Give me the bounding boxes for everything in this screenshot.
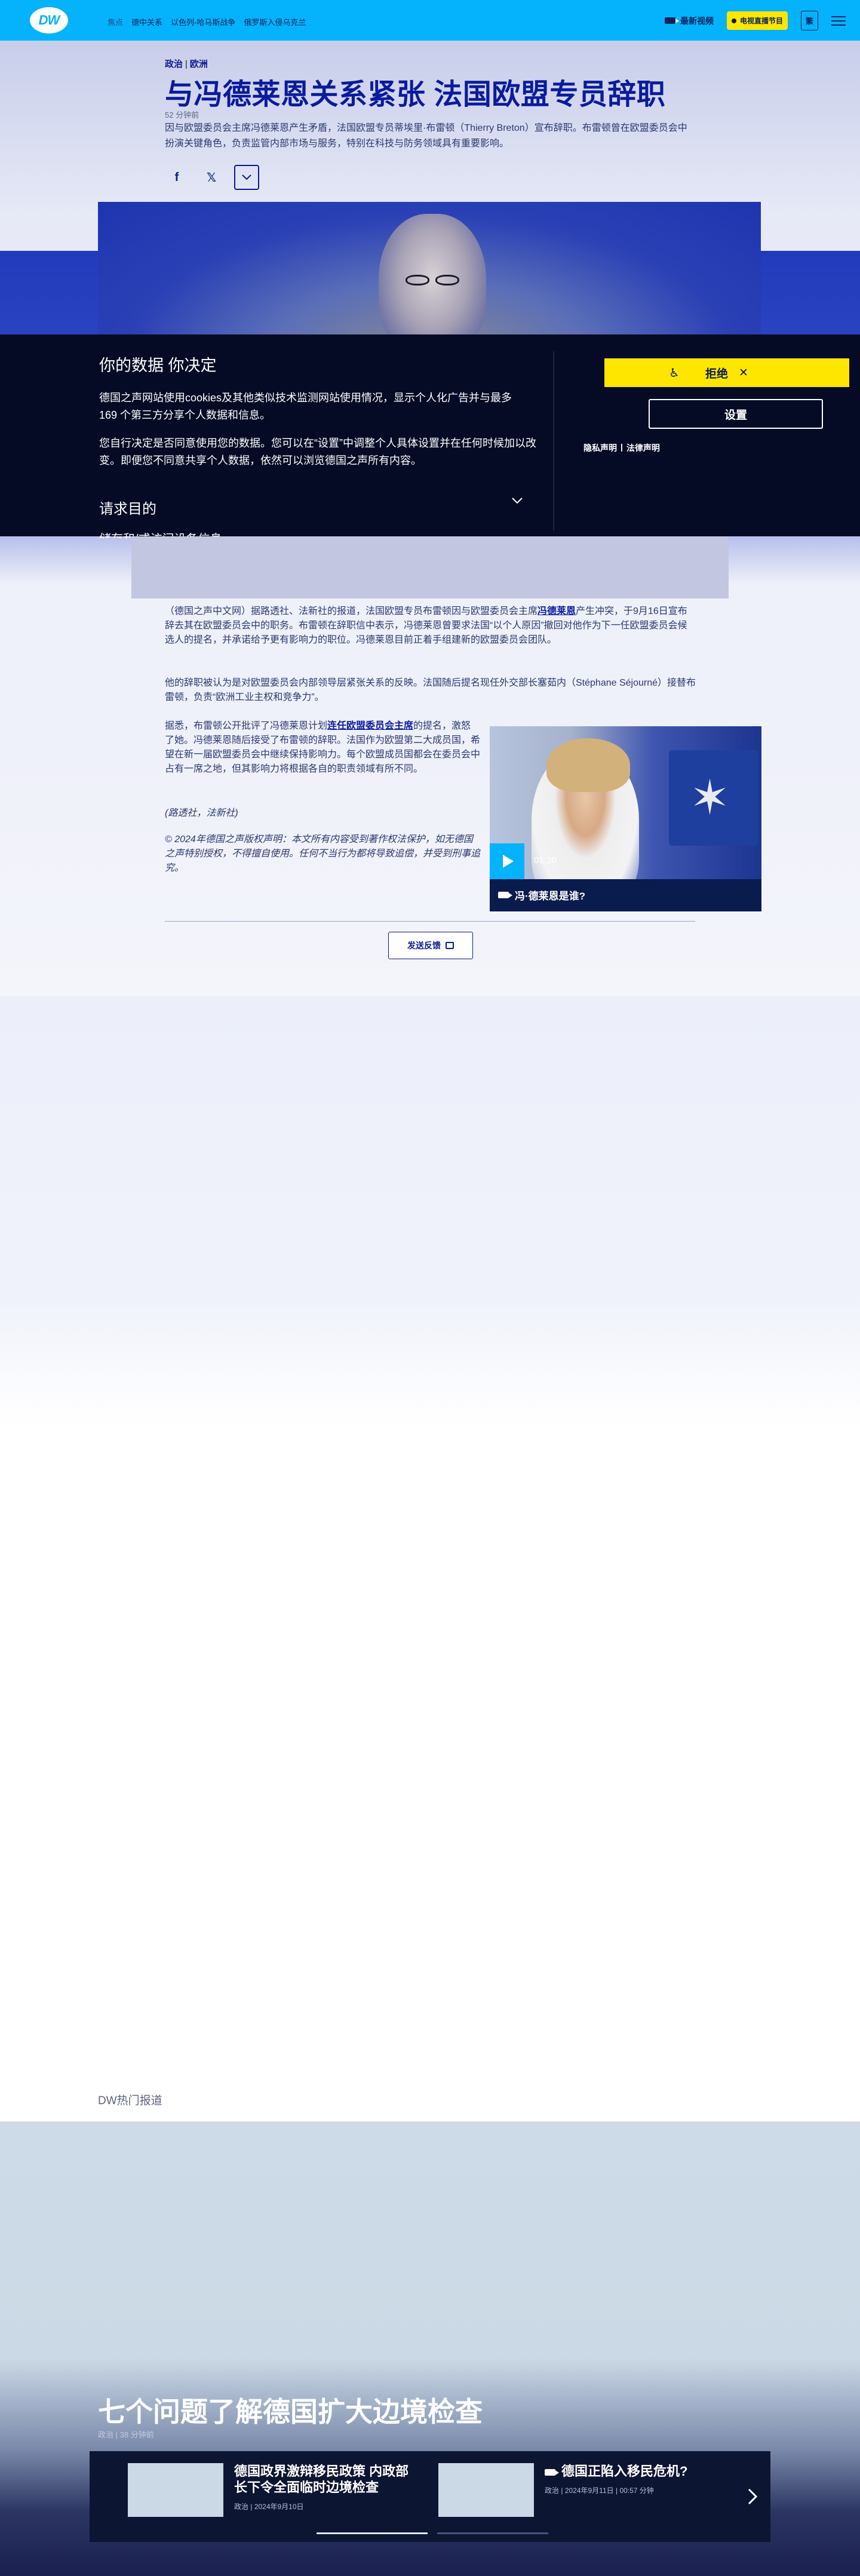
- divider: [165, 921, 695, 922]
- link-reelection[interactable]: 连任欧盟委员会主席: [327, 721, 413, 731]
- facebook-icon[interactable]: f: [165, 165, 189, 189]
- x-twitter-icon[interactable]: 𝕏: [199, 165, 223, 189]
- video-camera-icon: [664, 17, 679, 24]
- video-title[interactable]: 冯·德莱恩是谁?: [498, 888, 585, 902]
- teaser-title: 德国正陷入移民危机?: [545, 2463, 730, 2479]
- cookie-consent-banner: 你的数据 你决定 德国之声网站使用cookies及其他类似技术监测网站使用情况，…: [0, 334, 860, 538]
- language-button[interactable]: 繁: [800, 11, 818, 30]
- section-label-top-stories: DW热门报道: [98, 2095, 162, 2107]
- image-caption-strip: [131, 536, 729, 598]
- menu-icon[interactable]: [831, 16, 846, 26]
- carousel-dot[interactable]: [437, 2532, 548, 2534]
- cookie-links: 隐私声明 | 法律声明: [583, 442, 660, 454]
- carousel-dot[interactable]: [317, 2532, 428, 2534]
- video-camera-icon: [545, 2468, 559, 2476]
- video-duration: 01:20: [534, 855, 557, 865]
- live-tv-button[interactable]: 电视直播节目: [726, 11, 788, 30]
- carousel-indicators: [317, 2532, 548, 2534]
- ad-space: [0, 996, 860, 1426]
- chevron-down-icon[interactable]: [511, 497, 523, 504]
- nav-item-israel-hamas[interactable]: 以色列-哈马斯战争: [171, 16, 235, 27]
- breadcrumb-subcategory[interactable]: 欧洲: [190, 59, 208, 69]
- privacy-link[interactable]: 隐私声明: [583, 442, 617, 454]
- body-paragraph-2: 他的辞职被认为是对欧盟委员会内部领导层紧张关系的反映。法国随后提名现任外交部长塞…: [165, 678, 696, 702]
- article-title: 与冯德莱恩关系紧张 法国欧盟专员辞职: [165, 79, 666, 110]
- cookie-divider: [553, 351, 554, 530]
- settings-button[interactable]: 设置: [649, 399, 823, 429]
- feedback-label: 发送反馈: [407, 941, 441, 950]
- chevron-down-icon: [242, 174, 251, 180]
- video-camera-icon: [498, 892, 512, 898]
- teaser-meta: 政治 | 2024年9月10日: [234, 2503, 304, 2511]
- play-icon[interactable]: [490, 843, 524, 879]
- teaser-item[interactable]: 德国政界激辩移民政策 内政部长下令全面临时边境检查 政治 | 2024年9月10…: [128, 2463, 419, 2517]
- video-thumbnail: ✶: [490, 726, 761, 879]
- body-paragraph-3: 据悉，布雷顿公开批评了冯德莱恩计划连任欧盟委员会主席的提名，激怒了她。冯德莱恩随…: [165, 721, 481, 774]
- live-dot-icon: [731, 18, 736, 23]
- dw-logo[interactable]: DW: [30, 7, 68, 33]
- cookie-text-2: 您自行决定是否同意使用您的数据。您可以在“设置”中调整个人具体设置并在任何时候加…: [99, 437, 536, 466]
- video-card[interactable]: ✶ 01:20 冯·德莱恩是谁?: [490, 726, 761, 911]
- article-lead: 因与欧盟委员会主席冯德莱恩产生矛盾，法国欧盟专员蒂埃里·布雷顿（Thierry …: [165, 123, 687, 149]
- feedback-button[interactable]: 发送反馈: [388, 932, 473, 959]
- live-tv-label: 电视直播节目: [739, 17, 783, 25]
- cookie-text-1: 德国之声网站使用cookies及其他类似技术监测网站使用情况，显示个人化广告并与…: [99, 392, 512, 421]
- reject-label: 拒绝: [705, 367, 729, 380]
- nav-item-ukraine[interactable]: 俄罗斯入侵乌克兰: [244, 16, 306, 27]
- article-hero-image: [98, 202, 761, 334]
- share-more-button[interactable]: [234, 165, 259, 190]
- share-bar: f 𝕏: [165, 165, 259, 190]
- top-header: DW 焦点 德中关系 以色列-哈马斯战争 俄罗斯入侵乌克兰 最新视频 电视直播节…: [0, 0, 860, 41]
- purpose-toggle[interactable]: 请求目的: [99, 497, 156, 518]
- feature-story-meta: 政治 | 38 分钟前: [98, 2430, 154, 2439]
- article-time: 52 分钟前: [165, 110, 199, 119]
- accessibility-icon: ♿: [669, 367, 680, 380]
- close-icon: ✕: [739, 366, 748, 379]
- breadcrumb: 政治 | 欧洲: [165, 59, 208, 69]
- body-paragraph-1: （德国之声中文网）据路透社、法新社的报道，法国欧盟专员布雷顿因与欧盟委员会主席冯…: [165, 606, 687, 645]
- source-note: (路透社，法新社): [165, 808, 238, 818]
- latest-video-link[interactable]: 最新视频: [664, 15, 714, 27]
- nav-item-germany-china[interactable]: 德中关系: [131, 16, 162, 27]
- teaser-thumbnail: [128, 2463, 223, 2517]
- nav-item-focus: 焦点: [108, 18, 124, 27]
- latest-video-label: 最新视频: [680, 16, 714, 26]
- copy-icon: [446, 942, 454, 949]
- reject-button[interactable]: ♿ 拒绝 ✕: [604, 358, 849, 387]
- breadcrumb-category[interactable]: 政治: [165, 59, 183, 69]
- teaser-item[interactable]: 德国正陷入移民危机? 政治 | 2024年9月11日 | 00:57 分钟: [438, 2463, 730, 2517]
- copyright-note: © 2024年德国之声版权声明：本文所有内容受到著作权法保护，如无德国之声特别授…: [165, 834, 481, 873]
- feature-story-title[interactable]: 七个问题了解德国扩大边境检查: [98, 2390, 483, 2430]
- teaser-meta: 政治 | 2024年9月11日 | 00:57 分钟: [545, 2486, 654, 2495]
- chevron-right-icon[interactable]: [748, 2488, 757, 2505]
- link-von-der-leyen[interactable]: 冯德莱恩: [538, 606, 576, 616]
- teaser-title: 德国政界激辩移民政策 内政部长下令全面临时边境检查: [234, 2464, 409, 2495]
- top-nav: 焦点 德中关系 以色列-哈马斯战争 俄罗斯入侵乌克兰: [108, 16, 306, 27]
- teaser-thumbnail: [438, 2463, 534, 2517]
- header-actions: 最新视频 电视直播节目 繁: [664, 11, 846, 30]
- cookie-title: 你的数据 你决定: [99, 357, 217, 374]
- legal-link[interactable]: 法律声明: [626, 442, 660, 454]
